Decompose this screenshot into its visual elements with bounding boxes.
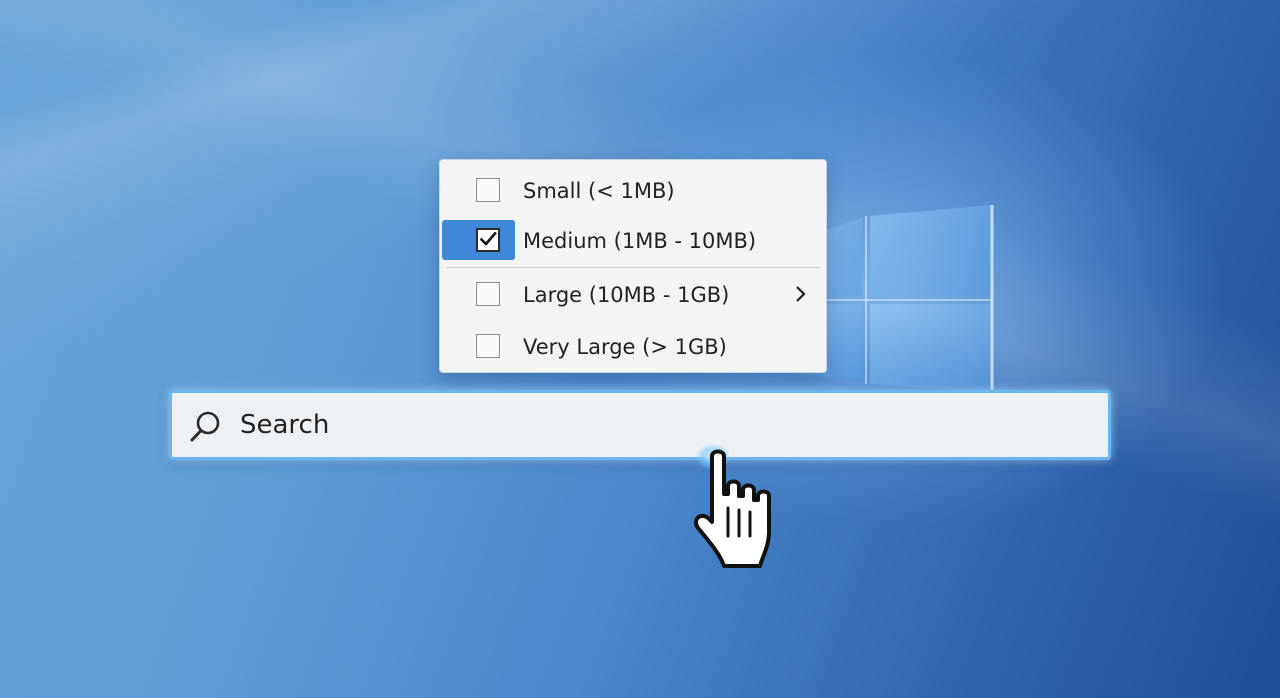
menu-item-label: Very Large (> 1GB) bbox=[523, 335, 727, 359]
menu-item-medium[interactable]: Medium (1MB - 10MB) bbox=[440, 218, 826, 264]
size-filter-menu: Small (< 1MB) Medium (1MB - 10MB) Large … bbox=[439, 159, 827, 373]
hand-pointer-icon bbox=[693, 449, 771, 568]
menu-item-large[interactable]: Large (10MB - 1GB) bbox=[440, 272, 826, 318]
checkmark-icon bbox=[479, 231, 497, 246]
menu-item-label: Large (10MB - 1GB) bbox=[523, 283, 730, 307]
checkbox-very-large[interactable] bbox=[476, 334, 500, 358]
checkbox-small[interactable] bbox=[476, 178, 500, 202]
menu-item-label: Small (< 1MB) bbox=[523, 179, 675, 203]
search-input[interactable] bbox=[240, 401, 1060, 449]
search-icon bbox=[190, 411, 220, 442]
chevron-right-icon bbox=[796, 286, 806, 302]
checkbox-medium[interactable] bbox=[476, 228, 500, 252]
menu-item-small[interactable]: Small (< 1MB) bbox=[440, 168, 826, 214]
menu-item-label: Medium (1MB - 10MB) bbox=[523, 229, 757, 253]
checkbox-large[interactable] bbox=[476, 282, 500, 306]
menu-item-very-large[interactable]: Very Large (> 1GB) bbox=[440, 324, 826, 370]
menu-separator bbox=[446, 267, 820, 268]
search-bar[interactable] bbox=[169, 390, 1111, 460]
